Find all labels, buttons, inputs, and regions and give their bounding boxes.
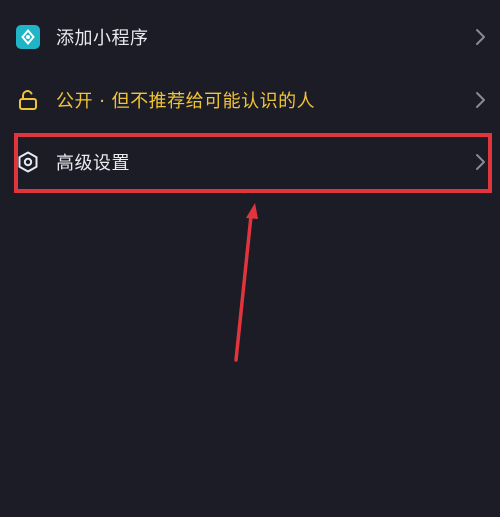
menu-item-label: 高级设置: [56, 153, 130, 174]
menu-item-add-mini-program[interactable]: 添加小程序: [0, 7, 500, 67]
unlock-icon: [16, 88, 40, 112]
menu-item-advanced-settings[interactable]: 高级设置: [0, 132, 500, 192]
hexagon-settings-icon: [16, 150, 40, 174]
chevron-right-icon: [474, 152, 488, 172]
menu-item-visibility[interactable]: 公开 · 但不推荐给可能认识的人: [0, 70, 500, 130]
chevron-right-icon: [474, 90, 488, 110]
chevron-right-icon: [474, 27, 488, 47]
mini-program-icon: [16, 25, 40, 49]
menu-item-label: 添加小程序: [56, 28, 149, 49]
menu-item-label: 公开 · 但不推荐给可能认识的人: [56, 91, 316, 112]
